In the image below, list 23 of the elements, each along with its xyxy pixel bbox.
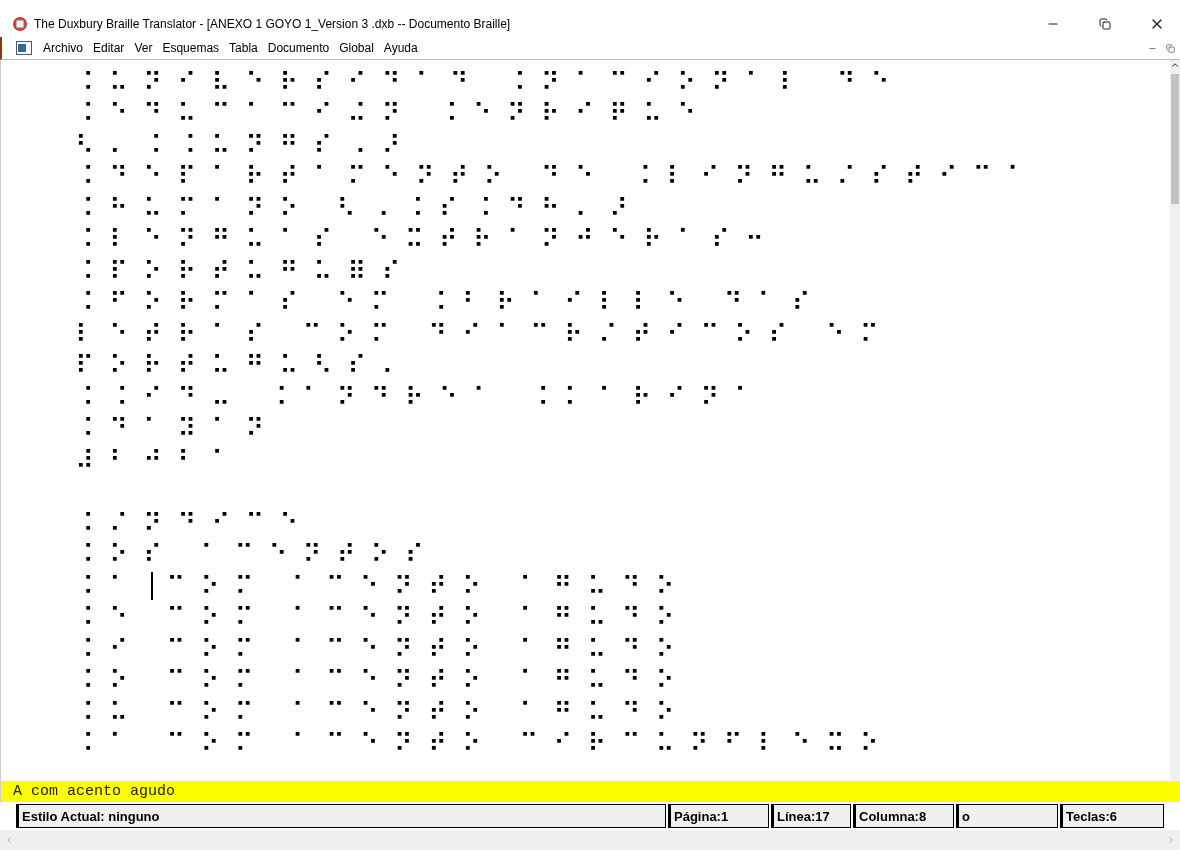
restore-icon[interactable] [1099,18,1111,30]
scrollbar-thumb[interactable] [1171,74,1179,204]
menu-item[interactable]: Ver [129,41,158,55]
scroll-right-icon[interactable] [1166,835,1176,845]
status-panel: o [956,804,1058,828]
scroll-left-icon[interactable] [4,835,14,845]
status-panel: Teclas:6 [1060,804,1164,828]
status-panel: Estilo Actual: ninguno [16,804,666,828]
hint-text: A com acento agudo [13,783,176,800]
menu-item[interactable]: Editar [88,41,130,55]
menu-item[interactable]: Global [334,41,379,55]
app-icon [12,16,28,32]
scroll-up-icon[interactable] [1170,60,1180,70]
status-panel: Línea:17 [771,804,851,828]
status-panel: Columna:8 [853,804,954,828]
menu-item[interactable]: Documento [262,41,335,55]
status-panel: Página:1 [668,804,769,828]
menu-item[interactable]: Ayuda [378,41,423,55]
window-title: The Duxbury Braille Translator - [ANEXO 1 GOYO 1_Version 3 .dxb -- Documento Braille] [34,17,512,31]
menu-item[interactable]: Esquemas [157,41,225,55]
menu-item[interactable]: Tabla [224,41,263,55]
document-icon [16,41,32,55]
menu-item[interactable]: Archivo [38,41,88,55]
